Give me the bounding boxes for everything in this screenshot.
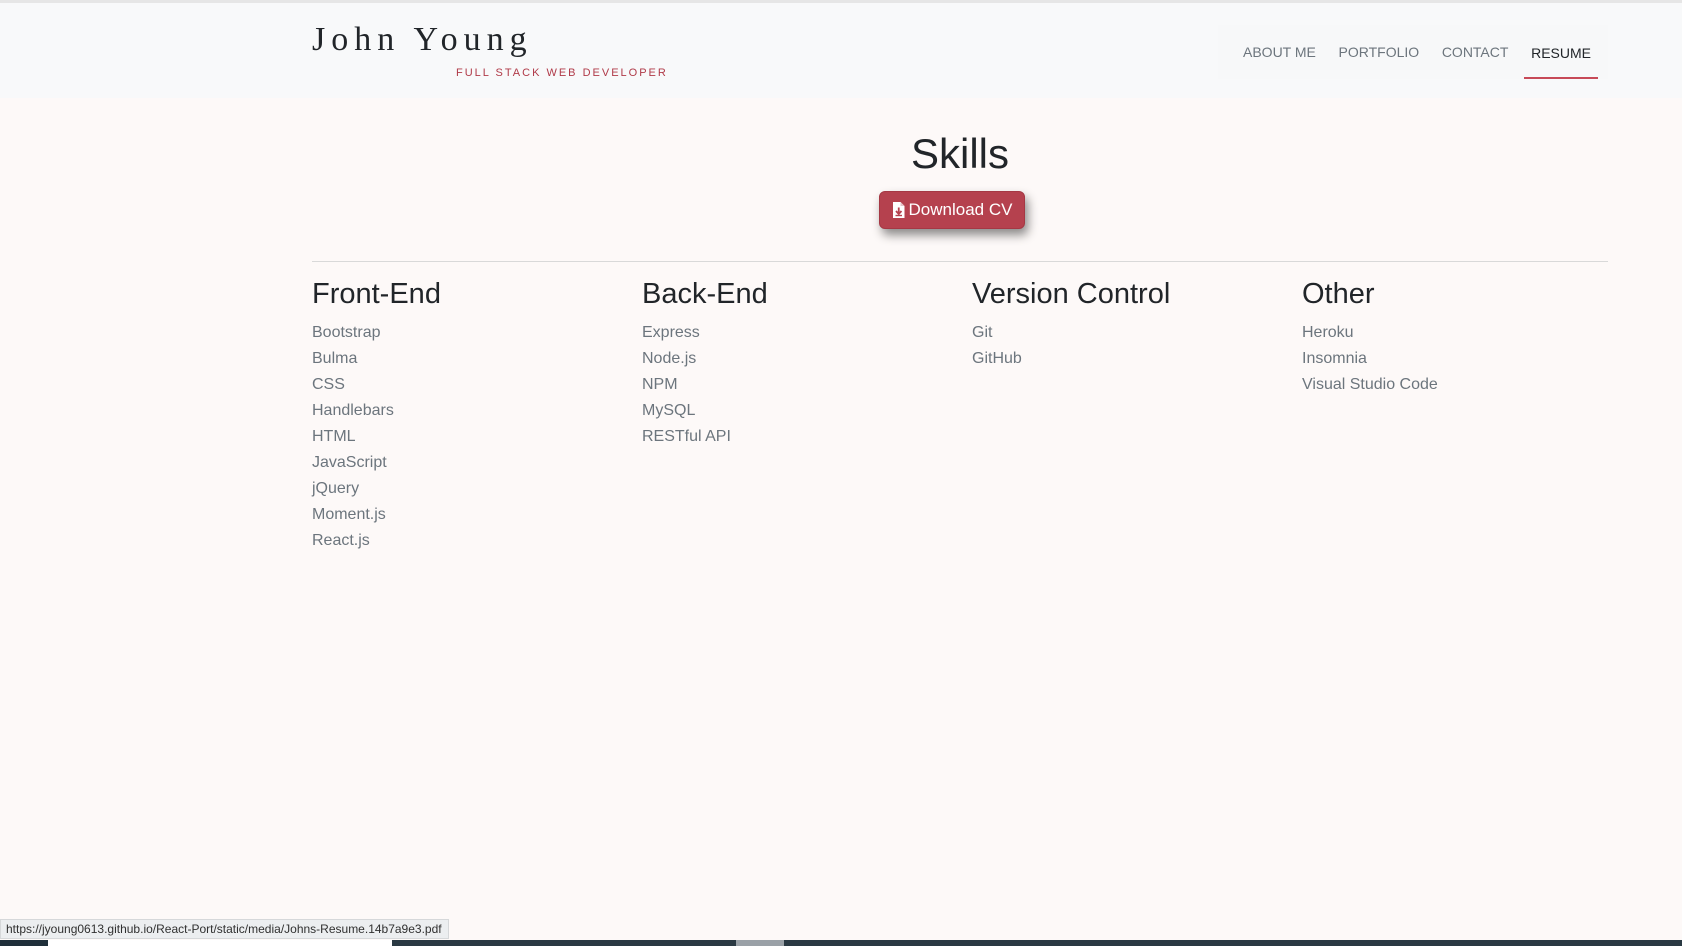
- list-item: Visual Studio Code: [1302, 376, 1438, 393]
- taskbar-strip: [0, 940, 1682, 946]
- nav-portfolio[interactable]: PORTFOLIO: [1332, 25, 1427, 79]
- list-item: jQuery: [312, 480, 360, 497]
- skills-list: Express Node.js NPM MySQL RESTful API: [642, 320, 942, 450]
- list-item: Insomnia: [1302, 350, 1367, 367]
- taskbar-segment: [48, 940, 392, 946]
- list-item: Moment.js: [312, 506, 386, 523]
- nav-resume[interactable]: RESUME: [1524, 28, 1598, 79]
- brand-tagline: FULL STACK WEB DEVELOPER: [456, 67, 668, 79]
- skills-list: Git GitHub: [972, 320, 1272, 372]
- list-item: Express: [642, 324, 700, 341]
- list-item: Node.js: [642, 350, 697, 367]
- taskbar-segment: [392, 940, 1682, 946]
- section-divider: [312, 261, 1608, 262]
- column-heading: Back-End: [642, 278, 768, 310]
- page-title: Skills: [910, 130, 1009, 177]
- list-item: HTML: [312, 428, 356, 445]
- nav-contact[interactable]: CONTACT: [1435, 25, 1516, 79]
- list-item: Bootstrap: [312, 324, 381, 341]
- skills-list: Bootstrap Bulma CSS Handlebars HTML Java…: [312, 320, 612, 554]
- skills-column-version-control: Version Control Git GitHub: [972, 278, 1272, 372]
- list-item: NPM: [642, 376, 678, 393]
- skills-column-back-end: Back-End Express Node.js NPM MySQL RESTf…: [642, 278, 942, 450]
- list-item: Bulma: [312, 350, 358, 367]
- nav-about-me[interactable]: ABOUT ME: [1236, 25, 1323, 79]
- list-item: JavaScript: [312, 454, 387, 471]
- column-heading: Other: [1302, 278, 1375, 310]
- list-item: CSS: [312, 376, 345, 393]
- list-item: Heroku: [1302, 324, 1354, 341]
- download-cv-button[interactable]: Download CV: [879, 191, 1025, 229]
- skills-list: Heroku Insomnia Visual Studio Code: [1302, 320, 1602, 398]
- list-item: React.js: [312, 532, 370, 549]
- skills-column-other: Other Heroku Insomnia Visual Studio Code: [1302, 278, 1602, 398]
- column-heading: Front-End: [312, 278, 441, 310]
- column-heading: Version Control: [972, 278, 1171, 310]
- site-header: John Young FULL STACK WEB DEVELOPER ABOU…: [0, 3, 1682, 98]
- file-download-icon: [892, 202, 905, 218]
- list-item: GitHub: [972, 350, 1022, 367]
- taskbar-segment: [736, 940, 784, 946]
- skills-column-front-end: Front-End Bootstrap Bulma CSS Handlebars…: [312, 278, 612, 554]
- list-item: Git: [972, 324, 993, 341]
- download-cv-label: Download CV: [908, 200, 1013, 219]
- main-nav: ABOUT ME PORTFOLIO CONTACT RESUME: [1218, 25, 1608, 79]
- list-item: MySQL: [642, 402, 696, 419]
- brand-name[interactable]: John Young: [312, 21, 533, 59]
- status-bar-url: https://jyoung0613.github.io/React-Port/…: [0, 919, 449, 939]
- list-item: Handlebars: [312, 402, 394, 419]
- list-item: RESTful API: [642, 428, 731, 445]
